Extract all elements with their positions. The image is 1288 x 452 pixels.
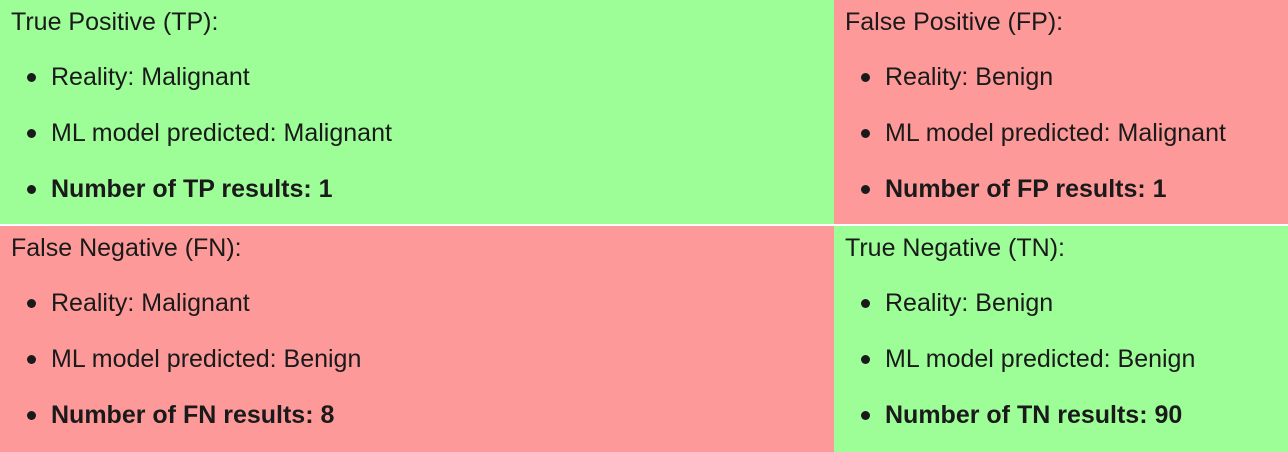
cell-bullet-list: Reality: Malignant ML model predicted: M… [0, 57, 392, 225]
prediction-item: ML model predicted: Malignant [834, 113, 1226, 169]
result-count-item: Number of FP results: 1 [834, 169, 1226, 225]
prediction-text: ML model predicted: Malignant [885, 119, 1226, 147]
reality-text: Reality: Benign [885, 63, 1054, 91]
prediction-item: ML model predicted: Benign [834, 339, 1195, 395]
true-negative-cell: True Negative (TN): Reality: Benign ML m… [834, 226, 1288, 452]
reality-item: Reality: Benign [834, 57, 1226, 113]
false-negative-cell: False Negative (FN): Reality: Malignant … [0, 226, 834, 452]
result-count-item: Number of FN results: 8 [0, 395, 361, 451]
cell-bullet-list: Reality: Malignant ML model predicted: B… [0, 283, 361, 451]
bullet-icon [27, 185, 36, 194]
bullet-icon [27, 355, 36, 364]
cell-title: True Positive (TP): [11, 8, 219, 36]
bullet-icon [861, 73, 870, 82]
reality-item: Reality: Benign [834, 283, 1195, 339]
cell-bullet-list: Reality: Benign ML model predicted: Mali… [834, 57, 1226, 225]
bullet-icon [861, 129, 870, 138]
bullet-icon [27, 129, 36, 138]
prediction-item: ML model predicted: Benign [0, 339, 361, 395]
cell-title: False Negative (FN): [11, 234, 242, 262]
prediction-text: ML model predicted: Benign [885, 345, 1196, 373]
result-count-item: Number of TP results: 1 [0, 169, 392, 225]
reality-text: Reality: Malignant [51, 289, 250, 317]
reality-item: Reality: Malignant [0, 57, 392, 113]
reality-item: Reality: Malignant [0, 283, 361, 339]
bullet-icon [861, 185, 870, 194]
result-count-item: Number of TN results: 90 [834, 395, 1195, 451]
cell-bullet-list: Reality: Benign ML model predicted: Beni… [834, 283, 1195, 451]
bullet-icon [27, 411, 36, 420]
bullet-icon [27, 299, 36, 308]
result-count-text: Number of TN results: 90 [885, 401, 1183, 429]
reality-text: Reality: Benign [885, 289, 1054, 317]
bullet-icon [27, 73, 36, 82]
prediction-item: ML model predicted: Malignant [0, 113, 392, 169]
result-count-text: Number of FN results: 8 [51, 401, 335, 429]
bullet-icon [861, 355, 870, 364]
bullet-icon [861, 411, 870, 420]
true-positive-cell: True Positive (TP): Reality: Malignant M… [0, 0, 834, 224]
false-positive-cell: False Positive (FP): Reality: Benign ML … [834, 0, 1288, 224]
bullet-icon [861, 299, 870, 308]
reality-text: Reality: Malignant [51, 63, 250, 91]
prediction-text: ML model predicted: Benign [51, 345, 362, 373]
confusion-matrix: True Positive (TP): Reality: Malignant M… [0, 0, 1288, 452]
cell-title: True Negative (TN): [845, 234, 1065, 262]
prediction-text: ML model predicted: Malignant [51, 119, 392, 147]
result-count-text: Number of TP results: 1 [51, 175, 333, 203]
cell-title: False Positive (FP): [845, 8, 1064, 36]
result-count-text: Number of FP results: 1 [885, 175, 1167, 203]
